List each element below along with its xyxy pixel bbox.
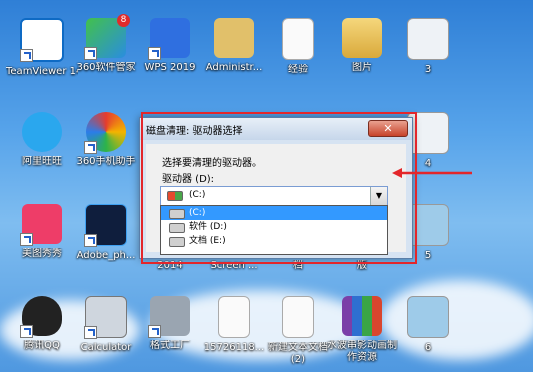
photoshop-icon: [84, 204, 127, 247]
desktop-icon-label: 360软件管家: [76, 62, 136, 73]
desktop-icon-15726118[interactable]: 15726118...: [198, 292, 270, 370]
user-folder-icon: [214, 18, 254, 58]
desktop-icon-label: 阿里旺旺: [22, 156, 62, 167]
desktop-icon-aliwangwang[interactable]: 阿里旺旺: [6, 108, 78, 186]
desktop-icon-rar-archive[interactable]: 水波串影动画制作资源: [326, 292, 398, 370]
image-file-icon: [407, 296, 449, 338]
desktop-icon-3[interactable]: 3: [392, 14, 464, 92]
desktop-icon-label: 360手机助手: [76, 156, 136, 167]
meitu-icon: [20, 204, 62, 246]
desktop-icon-label: TeamViewer 14: [6, 66, 78, 77]
image-file-icon: [407, 18, 449, 60]
desktop-icon-calculator[interactable]: Calculator: [70, 292, 142, 370]
desktop-icon-label: 3: [424, 64, 432, 75]
highlight-box: [141, 112, 417, 264]
calculator-icon: [84, 296, 127, 339]
360-software-manager-icon: 8: [84, 14, 130, 60]
desktop-icon-format-factory[interactable]: 格式工厂: [134, 292, 206, 370]
desktop-icon-label: Administr...: [205, 62, 263, 73]
teamviewer-icon: [20, 18, 64, 62]
desktop-icon-photoshop[interactable]: Adobe_ph...: [70, 200, 142, 278]
desktop-icon-qq[interactable]: 腾讯QQ: [6, 292, 78, 370]
desktop-icon-label: 图片: [352, 62, 372, 73]
desktop-icon-label: 格式工厂: [150, 340, 190, 351]
document-icon: [282, 18, 314, 60]
desktop-icon-label: Adobe_ph...: [76, 250, 136, 261]
wps-icon: [148, 18, 190, 60]
desktop-icon-label: 15726118...: [203, 342, 265, 353]
desktop-icon-label: 6: [424, 342, 432, 353]
desktop-icon-label: 水波串影动画制作资源: [327, 340, 397, 363]
360-phone-assistant-icon: [84, 112, 126, 154]
aliwangwang-icon: [22, 112, 62, 152]
desktop-icon-new-text-document[interactable]: 新建文本文档 (2): [262, 292, 334, 370]
desktop-icon-label: 美图秀秀: [22, 248, 62, 259]
annotation-arrow-icon: [392, 168, 472, 178]
desktop-icon-meitu[interactable]: 美图秀秀: [6, 200, 78, 278]
text-file-icon: [282, 296, 314, 338]
document-icon: [218, 296, 250, 338]
desktop-icon-label: WPS 2019: [144, 62, 196, 73]
folder-icon: [342, 18, 382, 58]
desktop-icon-360-phone-assistant[interactable]: 360手机助手: [70, 108, 142, 186]
desktop-icon-6[interactable]: 6: [392, 292, 464, 370]
desktop-icon-wps[interactable]: WPS 2019: [134, 14, 206, 92]
desktop-icon-label: 腾讯QQ: [24, 340, 60, 351]
desktop-icon-jingyan[interactable]: 经验: [262, 14, 334, 92]
desktop-icon-label: Calculator: [80, 342, 132, 353]
desktop-icon-pictures[interactable]: 图片: [326, 14, 398, 92]
desktop-icon-administrator[interactable]: Administr...: [198, 14, 270, 92]
format-factory-icon: [148, 296, 190, 338]
desktop-icon-label: 经验: [288, 64, 308, 75]
desktop-icon-360-software-manager[interactable]: 8 360软件管家: [70, 14, 142, 92]
qq-icon: [20, 296, 62, 338]
notification-badge: 8: [117, 14, 130, 27]
rar-archive-icon: [342, 296, 382, 336]
desktop-icon-teamviewer[interactable]: TeamViewer 14: [6, 14, 78, 92]
desktop-icon-label: 新建文本文档 (2): [268, 342, 328, 365]
